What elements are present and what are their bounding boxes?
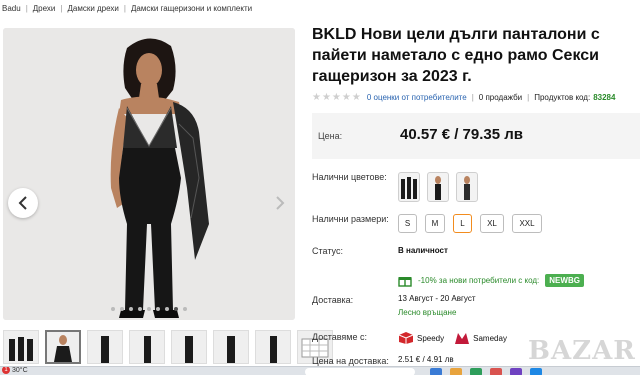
thumbnail-image (9, 337, 33, 361)
sales-count: 0 продажби (478, 92, 523, 102)
couriers-label: Доставяме с: (312, 332, 367, 342)
gallery-dot[interactable] (165, 307, 169, 311)
promo-text: -10% за нови потребители с код: (418, 276, 540, 285)
size-option[interactable]: XXL (512, 214, 542, 233)
gallery-prev-button[interactable] (8, 188, 38, 218)
size-option[interactable]: XL (480, 214, 504, 233)
chevron-left-icon (18, 196, 27, 210)
chevron-right-icon (276, 196, 285, 210)
divider: | (527, 92, 530, 102)
courier-sameday: Sameday (454, 331, 507, 345)
breadcrumb-item-home[interactable]: Badu (2, 4, 21, 13)
os-taskbar: 1 30°C (0, 366, 640, 375)
thumbnail[interactable] (213, 330, 249, 364)
gallery-dot[interactable] (129, 307, 133, 311)
swatch-image (401, 177, 417, 199)
taskbar-app-icon[interactable] (530, 368, 542, 375)
color-swatch[interactable] (427, 172, 449, 202)
thumbnail-image (185, 336, 193, 363)
thumbnail-image (144, 336, 151, 363)
promo-code-badge[interactable]: NEWBG (545, 274, 584, 287)
taskbar-app-icon[interactable] (450, 368, 462, 375)
breadcrumb-separator: | (123, 3, 126, 13)
promo-banner: -10% за нови потребители с код: NEWBG (398, 274, 584, 287)
sameday-logo-icon (455, 333, 470, 344)
sizes-label: Налични размери: (312, 214, 389, 224)
swatch-image (464, 176, 470, 200)
taskbar-app-icon[interactable] (490, 368, 502, 375)
gallery-dot[interactable] (111, 307, 115, 311)
thumbnail-image (54, 335, 72, 362)
gallery-dot[interactable] (183, 307, 187, 311)
breadcrumb-item-clothes[interactable]: Дрехи (33, 4, 56, 13)
delivery-label: Доставка: (312, 295, 354, 305)
thumbnail-image (101, 336, 109, 363)
thumbnail[interactable] (3, 330, 39, 364)
size-option-selected[interactable]: L (453, 214, 472, 233)
courier-speedy: Speedy (398, 331, 444, 345)
rating-stars-icon: ★★★★★ (312, 91, 362, 103)
courier-name: Speedy (417, 333, 445, 343)
thumbnail-active[interactable] (45, 330, 81, 364)
gallery-dot-active[interactable] (174, 307, 178, 311)
gallery-dots (0, 307, 298, 311)
size-option[interactable]: S (398, 214, 417, 233)
stock-status: В наличност (398, 246, 448, 255)
shipping-price-value: 2.51 € / 4.91 лв (398, 355, 454, 364)
color-swatch[interactable] (456, 172, 478, 202)
taskbar-app-icon[interactable] (430, 368, 442, 375)
thumbnail-strip (3, 330, 333, 364)
breadcrumb-item-jumpsuits[interactable]: Дамски гащеризони и комплекти (131, 4, 252, 13)
breadcrumb: Badu | Дрехи | Дамски дрехи | Дамски гащ… (0, 0, 640, 16)
swatch-image (435, 176, 441, 200)
status-label: Статус: (312, 246, 343, 256)
easy-return-text: Лесно връщане (398, 308, 457, 317)
product-title: BKLD Нови цели дълги панталони с пайети … (312, 26, 600, 85)
taskbar-search-box[interactable] (305, 368, 415, 375)
gallery-dot[interactable] (120, 307, 124, 311)
gallery-next-button[interactable] (265, 188, 295, 218)
colors-label: Налични цветове: (312, 172, 387, 182)
product-image-gallery[interactable] (3, 28, 295, 320)
notification-badge: 1 (2, 367, 10, 374)
breadcrumb-separator: | (25, 3, 28, 13)
gallery-dot[interactable] (138, 307, 142, 311)
speedy-logo-icon (398, 332, 414, 344)
ratings-row: ★★★★★ 0 оценки от потребителите | 0 прод… (312, 90, 640, 104)
breadcrumb-separator: | (60, 3, 63, 13)
product-photo (3, 28, 295, 320)
courier-name: Sameday (473, 333, 507, 343)
thumbnail[interactable] (255, 330, 291, 364)
price-value: 40.57 € / 79.35 лв (400, 126, 524, 143)
ratings-link[interactable]: 0 оценки от потребителите (367, 93, 467, 102)
size-options: S M L XL XXL (398, 214, 542, 233)
delivery-dates: 13 Август - 20 Август (398, 294, 476, 303)
divider: | (471, 92, 474, 102)
thumbnail[interactable] (171, 330, 207, 364)
weather-widget[interactable]: 1 30°C (2, 366, 28, 374)
color-options (398, 172, 478, 202)
thumbnail-image (270, 336, 277, 363)
bazar-watermark-logo: BAZAR (528, 336, 636, 366)
thumbnail-image (227, 336, 235, 363)
color-swatch[interactable] (398, 172, 420, 202)
product-code-value: 83284 (593, 92, 616, 102)
taskbar-app-icon[interactable] (470, 368, 482, 375)
breadcrumb-item-women[interactable]: Дамски дрехи (67, 4, 118, 13)
price-label: Цена: (318, 131, 343, 141)
thumbnail[interactable] (129, 330, 165, 364)
gift-icon (398, 276, 412, 287)
gallery-dot[interactable] (156, 307, 160, 311)
price-box: Цена: 40.57 € / 79.35 лв (312, 113, 640, 159)
gallery-dot[interactable] (147, 307, 151, 311)
thumbnail[interactable] (87, 330, 123, 364)
taskbar-app-icon[interactable] (510, 368, 522, 375)
courier-list: Speedy Sameday (398, 331, 507, 345)
temperature-text: 30°C (12, 366, 28, 374)
size-option[interactable]: M (425, 214, 445, 233)
product-code-label: Продуктов код: (534, 92, 591, 102)
